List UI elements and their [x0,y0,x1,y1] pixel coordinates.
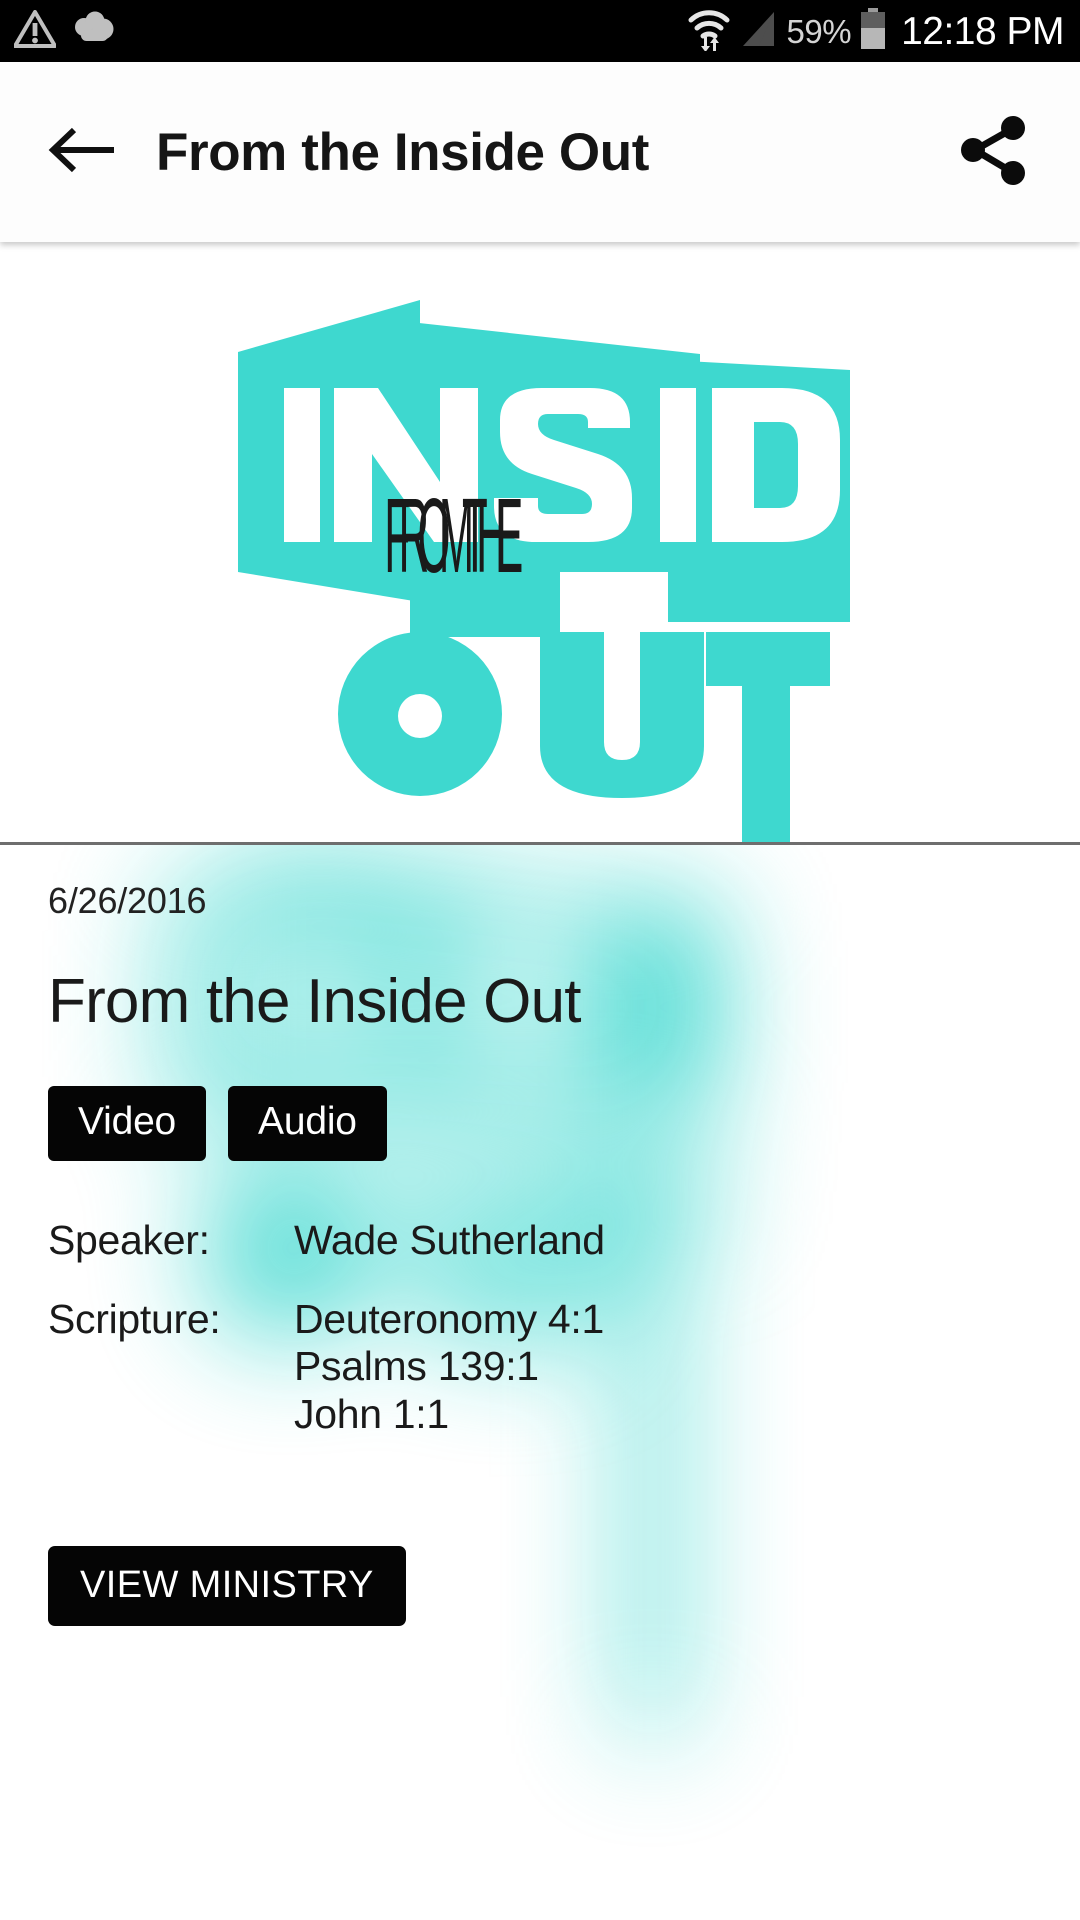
warning-triangle-icon [13,9,57,53]
share-icon [955,112,1031,193]
sermon-title: From the Inside Out [48,966,582,1036]
battery-percent-label: 59% [786,12,852,50]
scripture-row: Scripture: Deuteronomy 4:1 Psalms 139:1 … [48,1296,1032,1439]
from-the-inside-out-logo: FROM THE [238,300,962,842]
battery-icon [860,7,886,55]
speaker-label: Speaker: [48,1216,210,1263]
scripture-reference: John 1:1 [294,1390,449,1437]
speaker-value: Wade Sutherland [294,1216,605,1263]
status-bar-left-icons [13,9,118,53]
scripture-reference: Psalms 139:1 [294,1343,539,1390]
status-bar-clock: 12:18 PM [901,9,1064,53]
sermon-artwork-hero: FROM THE [0,242,1080,845]
app-bar: From the Inside Out [0,62,1080,242]
scripture-value-list: Deuteronomy 4:1 Psalms 139:1 John 1:1 [294,1296,604,1439]
page-title: From the Inside Out [156,122,649,182]
status-bar-right-icons: 59% 12:18 PM [687,7,1064,56]
audio-button[interactable]: Audio [228,1085,387,1161]
media-buttons-group: Video Audio [48,1085,1032,1161]
svg-text:FROM THE: FROM THE [384,478,527,596]
speaker-row: Speaker: Wade Sutherland [48,1217,1032,1264]
sermon-metadata-table: Speaker: Wade Sutherland Scripture: Deut… [48,1217,1032,1439]
status-bar: 59% 12:18 PM [0,0,1080,62]
cellular-signal-icon [740,9,778,54]
video-button[interactable]: Video [48,1085,207,1161]
wifi-icon [687,7,731,56]
app-screen: 59% 12:18 PM From the Inside Out FROM TH… [0,0,1080,1920]
cloud-icon [70,10,118,53]
back-button[interactable] [44,114,120,190]
share-button[interactable] [952,111,1034,193]
scripture-label: Scripture: [48,1295,221,1342]
back-arrow-icon [46,122,118,183]
sermon-info-block: 6/26/2016 From the Inside Out Video Audi… [0,845,1080,1627]
sermon-detail-content: 6/26/2016 From the Inside Out Video Audi… [0,845,1080,1920]
scripture-reference: Deuteronomy 4:1 [294,1295,605,1342]
sermon-date: 6/26/2016 [48,880,207,921]
view-ministry-button[interactable]: VIEW MINISTRY [48,1546,406,1627]
